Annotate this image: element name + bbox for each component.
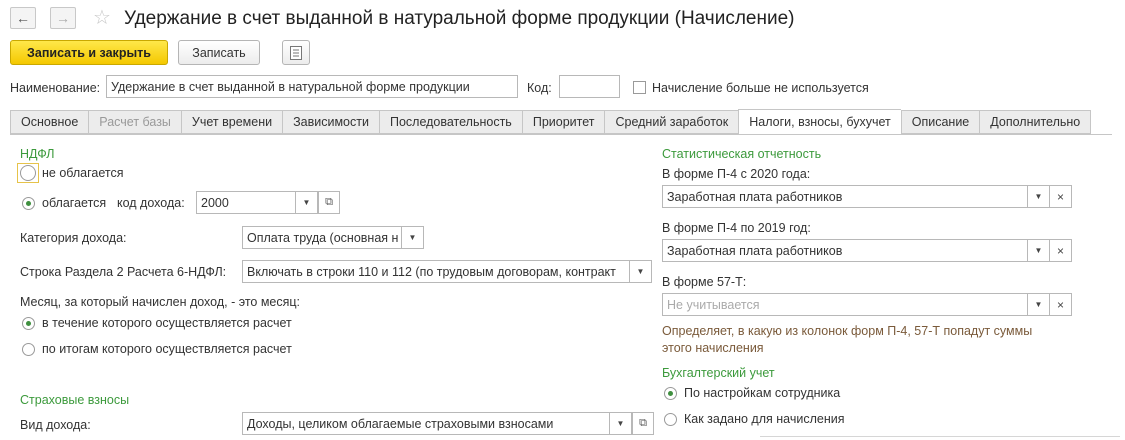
tab-main[interactable]: Основное — [10, 110, 89, 134]
p4-2020-clear-button[interactable]: × — [1050, 185, 1072, 208]
tab-description[interactable]: Описание — [900, 110, 980, 134]
accounting-option2-label[interactable]: Как задано для начисления — [684, 412, 845, 426]
stats-hint-line1: Определяет, в какую из колонок форм П-4,… — [662, 324, 1033, 338]
chevron-down-icon: ▼ — [1034, 300, 1043, 309]
close-icon: × — [1056, 189, 1064, 204]
p4-2019-clear-button[interactable]: × — [1050, 239, 1072, 262]
insurance-section-title: Страховые взносы — [20, 393, 130, 407]
month-option1-radio[interactable] — [22, 317, 35, 330]
f57-field[interactable]: Не учитывается — [662, 293, 1028, 316]
income-type-label: Вид дохода: — [20, 418, 91, 432]
income-type-field[interactable]: Доходы, целиком облагаемые страховыми вз… — [242, 412, 610, 435]
report-row-dropdown-button[interactable]: ▼ — [630, 260, 652, 283]
tab-time-accounting[interactable]: Учет времени — [180, 110, 283, 134]
save-and-close-button[interactable]: Записать и закрыть — [10, 40, 168, 65]
code-field[interactable] — [559, 75, 620, 98]
f57-label: В форме 57-Т: — [662, 275, 747, 289]
bottom-divider — [760, 436, 1120, 437]
tab-average-earnings[interactable]: Средний заработок — [604, 110, 739, 134]
report-row-field[interactable]: Включать в строки 110 и 112 (по трудовым… — [242, 260, 630, 283]
chevron-down-icon: ▼ — [302, 198, 311, 207]
tab-bar: Основное Расчет базы Учет времени Зависи… — [10, 109, 1092, 135]
ndfl-not-taxed-radio[interactable] — [20, 165, 36, 181]
month-label: Месяц, за который начислен доход, - это … — [20, 295, 301, 309]
income-category-dropdown-button[interactable]: ▼ — [402, 226, 424, 249]
month-option1-label[interactable]: в течение которого осуществляется расчет — [42, 316, 292, 330]
back-button[interactable]: ← — [10, 7, 36, 29]
income-code-open-button[interactable]: ⧉ — [318, 191, 340, 214]
month-option2-label[interactable]: по итогам которого осуществляется расчет — [42, 342, 292, 356]
accounting-option2-radio[interactable] — [664, 413, 677, 426]
chevron-down-icon: ▼ — [636, 267, 645, 276]
month-option2-radio[interactable] — [22, 343, 35, 356]
arrow-right-icon: → — [56, 10, 70, 26]
income-code-label: код дохода: — [117, 196, 185, 210]
chevron-down-icon: ▼ — [408, 233, 417, 242]
p4-2020-field[interactable]: Заработная плата работников — [662, 185, 1028, 208]
p4-2020-label: В форме П-4 с 2020 года: — [662, 167, 811, 181]
tab-additional[interactable]: Дополнительно — [979, 110, 1092, 134]
name-label: Наименование: — [10, 81, 101, 95]
star-icon[interactable]: ☆ — [93, 5, 111, 30]
income-type-open-button[interactable]: ⧉ — [632, 412, 654, 435]
unused-checkbox[interactable] — [633, 81, 646, 94]
document-list-icon — [290, 45, 302, 60]
f57-dropdown-button[interactable]: ▼ — [1028, 293, 1050, 316]
close-icon: × — [1056, 297, 1064, 312]
page-title: Удержание в счет выданной в натуральной … — [124, 8, 795, 29]
f57-clear-button[interactable]: × — [1050, 293, 1072, 316]
p4-2019-dropdown-button[interactable]: ▼ — [1028, 239, 1050, 262]
accounting-option1-radio[interactable] — [664, 387, 677, 400]
tab-panel-border — [10, 134, 1112, 135]
p4-2020-dropdown-button[interactable]: ▼ — [1028, 185, 1050, 208]
list-menu-button[interactable] — [282, 40, 310, 65]
tab-dependencies[interactable]: Зависимости — [282, 110, 379, 134]
income-code-dropdown-button[interactable]: ▼ — [296, 191, 318, 214]
ndfl-taxed-label[interactable]: облагается — [42, 196, 106, 210]
income-type-dropdown-button[interactable]: ▼ — [610, 412, 632, 435]
ndfl-not-taxed-radio-focus[interactable] — [17, 163, 39, 183]
chevron-down-icon: ▼ — [616, 419, 625, 428]
ndfl-section-title: НДФЛ — [20, 147, 55, 161]
tab-taxes[interactable]: Налоги, взносы, бухучет — [738, 109, 901, 135]
open-window-icon: ⧉ — [325, 196, 333, 208]
accounting-option1-label[interactable]: По настройкам сотрудника — [684, 386, 840, 400]
code-label: Код: — [527, 81, 552, 95]
close-icon: × — [1056, 243, 1064, 258]
chevron-down-icon: ▼ — [1034, 246, 1043, 255]
save-button[interactable]: Записать — [178, 40, 260, 65]
accounting-section-title: Бухгалтерский учет — [662, 366, 775, 380]
income-category-field[interactable]: Оплата труда (основная н — [242, 226, 402, 249]
chevron-down-icon: ▼ — [1034, 192, 1043, 201]
open-window-icon: ⧉ — [639, 417, 647, 429]
p4-2019-label: В форме П-4 по 2019 год: — [662, 221, 811, 235]
ndfl-not-taxed-label[interactable]: не облагается — [42, 166, 124, 180]
p4-2019-field[interactable]: Заработная плата работников — [662, 239, 1028, 262]
tab-base-calc[interactable]: Расчет базы — [88, 110, 181, 134]
tab-priority[interactable]: Приоритет — [521, 110, 605, 134]
ndfl-taxed-radio[interactable] — [22, 197, 35, 210]
stats-section-title: Статистическая отчетность — [662, 147, 822, 161]
stats-hint-line2: этого начисления — [662, 341, 764, 355]
income-category-label: Категория дохода: — [20, 231, 127, 245]
report-row-label: Строка Раздела 2 Расчета 6-НДФЛ: — [20, 265, 227, 279]
income-code-field[interactable]: 2000 — [196, 191, 296, 214]
arrow-left-icon: ← — [16, 10, 30, 26]
unused-label: Начисление больше не используется — [652, 81, 869, 95]
tab-sequence[interactable]: Последовательность — [378, 110, 522, 134]
forward-button[interactable]: → — [50, 7, 76, 29]
name-field[interactable]: Удержание в счет выданной в натуральной … — [106, 75, 518, 98]
